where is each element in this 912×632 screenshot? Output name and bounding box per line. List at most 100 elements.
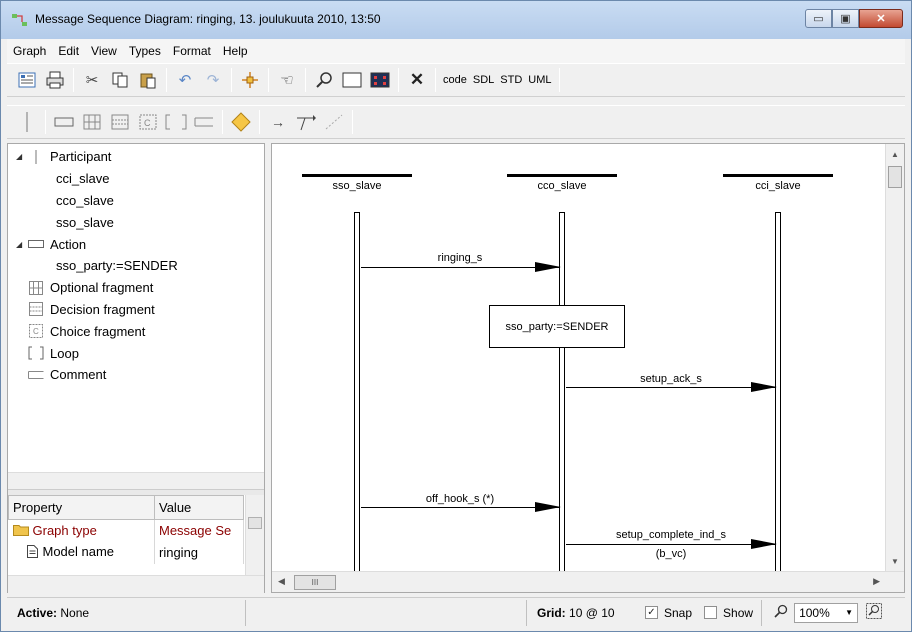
- expand-triangle-icon[interactable]: ◢: [16, 240, 28, 249]
- snap-label: Snap: [664, 605, 693, 620]
- properties-table: Property Value Graph type Message Se Mod…: [8, 495, 244, 564]
- menu-format[interactable]: Format: [167, 44, 217, 58]
- action-box[interactable]: sso_party:=SENDER: [489, 305, 625, 348]
- message-arrow[interactable]: [566, 539, 777, 549]
- scroll-right-icon[interactable]: ▶: [873, 576, 880, 587]
- redo-icon[interactable]: ↷: [202, 69, 224, 91]
- message-label: ringing_s: [437, 252, 483, 264]
- menu-types[interactable]: Types: [123, 44, 167, 58]
- maximize-icon: ▣: [840, 13, 851, 25]
- tree-node-decision-fragment[interactable]: Decision fragment: [8, 299, 264, 321]
- tree-node-participant[interactable]: ◢ Participant: [8, 146, 264, 168]
- toolbar-separator: [398, 68, 399, 92]
- menu-bar: Graph Edit View Types Format Help: [7, 39, 905, 63]
- code-button[interactable]: code: [443, 74, 467, 86]
- tree-item[interactable]: sso_slave: [8, 211, 264, 233]
- menu-edit[interactable]: Edit: [52, 44, 85, 58]
- tree-node-choice-fragment[interactable]: C Choice fragment: [8, 320, 264, 342]
- participant[interactable]: sso_slave: [302, 174, 412, 192]
- decision-fragment-tool-icon[interactable]: [109, 111, 131, 133]
- message-arrow[interactable]: [361, 262, 561, 272]
- lifeline[interactable]: [354, 212, 360, 572]
- properties-icon[interactable]: [16, 69, 38, 91]
- zoom-select[interactable]: 100% ▼: [794, 602, 859, 623]
- print-icon[interactable]: [44, 69, 66, 91]
- maximize-button[interactable]: ▣: [832, 9, 859, 28]
- properties-vertical-scrollbar[interactable]: [245, 495, 264, 575]
- hand-icon[interactable]: ☜: [276, 69, 298, 91]
- app-window: Message Sequence Diagram: ringing, 13. j…: [0, 0, 912, 632]
- canvas-vertical-scrollbar[interactable]: ▲ ▼: [885, 144, 904, 572]
- sdl-button[interactable]: SDL: [473, 74, 494, 86]
- scroll-down-icon[interactable]: ▼: [891, 557, 899, 566]
- scroll-up-icon[interactable]: ▲: [891, 150, 899, 159]
- paste-icon[interactable]: [137, 69, 159, 91]
- participant-tool-icon[interactable]: [16, 111, 38, 133]
- zoom-fit-icon[interactable]: [866, 603, 883, 622]
- tree-item[interactable]: cco_slave: [8, 190, 264, 212]
- scroll-thumb[interactable]: [248, 517, 262, 529]
- tree-node-comment[interactable]: Comment: [8, 364, 264, 386]
- choice-fragment-tool-icon[interactable]: C: [137, 111, 159, 133]
- action-tool-icon[interactable]: [53, 111, 75, 133]
- close-button[interactable]: ✕: [859, 9, 903, 28]
- tree-node-action[interactable]: ◢ Action: [8, 233, 264, 255]
- scroll-thumb[interactable]: III: [294, 575, 336, 590]
- show-label: Show: [723, 605, 754, 620]
- comment-tool-icon[interactable]: [193, 111, 215, 133]
- table-row[interactable]: Graph type Message Se: [8, 519, 244, 542]
- diagram-canvas[interactable]: sso_slave cco_slave cci_slave ringing_s …: [272, 144, 886, 572]
- expand-triangle-icon[interactable]: ◢: [16, 152, 28, 161]
- property-cell: Graph type: [8, 519, 155, 542]
- show-checkbox[interactable]: [704, 606, 718, 619]
- tree-horizontal-scrollbar[interactable]: [8, 472, 264, 489]
- fit-rect-icon[interactable]: [341, 69, 363, 91]
- message-arrow[interactable]: [566, 382, 777, 392]
- menu-graph[interactable]: Graph: [7, 44, 52, 58]
- create-message-tool-icon[interactable]: [295, 111, 317, 133]
- property-column-header[interactable]: Property: [8, 495, 155, 520]
- snap-checkbox[interactable]: ✓: [645, 606, 658, 619]
- tree-label: Action: [50, 236, 87, 252]
- cut-icon[interactable]: ✂: [81, 69, 103, 91]
- tree-label: Choice fragment: [50, 323, 146, 339]
- std-button[interactable]: STD: [500, 74, 522, 86]
- fit-all-icon[interactable]: [369, 69, 391, 91]
- tree-node-loop[interactable]: Loop: [8, 342, 264, 364]
- toolbar-separator: [166, 68, 167, 92]
- menu-help[interactable]: Help: [217, 44, 254, 58]
- tree-item[interactable]: cci_slave: [8, 168, 264, 190]
- lost-message-tool-icon[interactable]: [323, 111, 345, 133]
- lifeline[interactable]: [775, 212, 781, 572]
- canvas-horizontal-scrollbar[interactable]: ◀ III ▶: [272, 571, 904, 592]
- zoom-icon[interactable]: [313, 69, 335, 91]
- minimize-button[interactable]: ▭: [805, 9, 832, 28]
- message-label: off_hook_s (*): [425, 493, 495, 505]
- delete-icon[interactable]: ✕: [406, 69, 428, 91]
- optional-fragment-tool-icon[interactable]: [81, 111, 103, 133]
- app-icon: [12, 14, 27, 26]
- optional-fragment-icon: [28, 280, 44, 295]
- add-point-icon[interactable]: [239, 69, 261, 91]
- tree-item[interactable]: sso_party:=SENDER: [8, 255, 264, 277]
- loop-tool-icon[interactable]: [165, 111, 187, 133]
- menu-view[interactable]: View: [85, 44, 123, 58]
- close-icon: ✕: [876, 13, 886, 25]
- message-arrow[interactable]: [361, 502, 561, 512]
- participant[interactable]: cco_slave: [507, 174, 617, 192]
- zoom-value: 100%: [799, 605, 830, 620]
- message-tool-icon[interactable]: →: [267, 111, 289, 133]
- scroll-left-icon[interactable]: ◀: [278, 576, 285, 587]
- choice-fragment-icon: C: [28, 324, 44, 339]
- undo-icon[interactable]: ↶: [174, 69, 196, 91]
- scroll-thumb[interactable]: [888, 166, 902, 188]
- tree-node-optional-fragment[interactable]: Optional fragment: [8, 277, 264, 299]
- condition-tool-icon[interactable]: [230, 111, 252, 133]
- copy-icon[interactable]: [109, 69, 131, 91]
- table-row[interactable]: Model name ringing: [8, 541, 244, 564]
- value-column-header[interactable]: Value: [154, 495, 244, 520]
- properties-horizontal-scrollbar[interactable]: [8, 575, 264, 593]
- participant[interactable]: cci_slave: [723, 174, 833, 192]
- document-icon: [26, 544, 38, 561]
- uml-button[interactable]: UML: [528, 74, 551, 86]
